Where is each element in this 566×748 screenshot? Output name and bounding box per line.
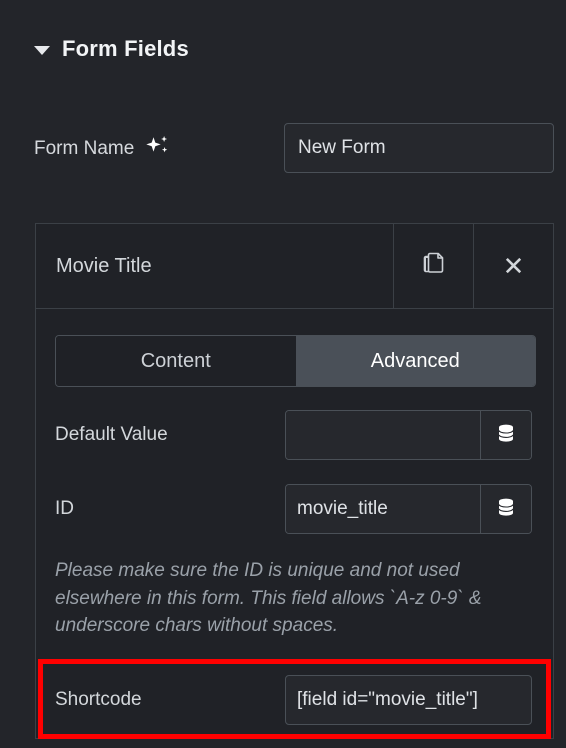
- id-label: ID: [55, 498, 74, 519]
- tab-content[interactable]: Content: [56, 336, 296, 386]
- id-help-text: Please make sure the ID is unique and no…: [55, 560, 482, 637]
- tab-advanced[interactable]: Advanced: [295, 336, 535, 386]
- chevron-down-icon[interactable]: [34, 46, 50, 55]
- close-field-button[interactable]: ✕: [473, 224, 553, 308]
- shortcode-input[interactable]: [285, 674, 532, 725]
- shortcode-row: Shortcode: [36, 662, 553, 738]
- default-value-input[interactable]: [286, 411, 480, 459]
- form-name-label-text: Form Name: [34, 138, 135, 159]
- default-value-input-group: [285, 410, 532, 460]
- database-icon: [495, 496, 517, 523]
- sparkle-icon[interactable]: [144, 134, 170, 164]
- field-tabs: Content Advanced: [55, 335, 536, 387]
- database-icon: [495, 422, 517, 449]
- form-name-row: Form Name: [34, 123, 554, 175]
- default-value-row: Default Value: [55, 409, 534, 461]
- id-input[interactable]: [286, 485, 480, 533]
- close-icon: ✕: [502, 251, 525, 281]
- shortcode-section: Shortcode: [36, 658, 553, 739]
- shortcode-label: Shortcode: [55, 688, 142, 710]
- id-input-group: [285, 484, 532, 534]
- field-title[interactable]: Movie Title: [36, 224, 393, 308]
- form-fields-panel: Form Fields Form Name Movie Title: [0, 0, 566, 748]
- field-card-body: Content Advanced Default Value ID movie_…: [36, 309, 553, 739]
- form-name-input[interactable]: [284, 123, 554, 173]
- id-row: ID: [55, 483, 534, 535]
- section-header-form-fields[interactable]: Form Fields: [34, 36, 189, 62]
- duplicate-icon: [422, 251, 446, 282]
- default-value-label: Default Value: [55, 424, 168, 445]
- id-dynamic-tags-button[interactable]: [480, 485, 531, 533]
- field-card-movie-title: Movie Title ✕ Content Advanced Default V…: [35, 223, 554, 739]
- default-value-dynamic-tags-button[interactable]: [480, 411, 531, 459]
- duplicate-field-button[interactable]: [393, 224, 473, 308]
- page-title: Form Fields: [62, 36, 189, 61]
- field-header: Movie Title ✕: [36, 224, 553, 309]
- form-name-label: Form Name: [34, 134, 170, 164]
